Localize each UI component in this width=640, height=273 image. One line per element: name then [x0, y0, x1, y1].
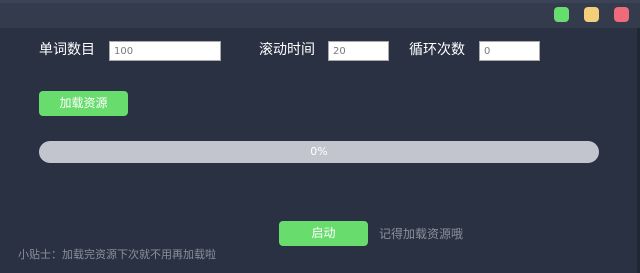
app-window: 单词数目 滚动时间 循环次数 加载资源 0% 启动 记得加载资源哦 小贴士：加载…	[0, 0, 640, 273]
scroll-time-input[interactable]	[328, 41, 389, 61]
minimize-button[interactable]	[554, 7, 569, 22]
load-resources-button[interactable]: 加载资源	[39, 91, 128, 116]
tip-text: 小贴士：加载完资源下次就不用再加载啦	[18, 248, 216, 261]
start-button[interactable]: 启动	[279, 221, 368, 246]
word-count-label: 单词数目	[39, 42, 95, 58]
scroll-time-label: 滚动时间	[259, 42, 315, 58]
word-count-input[interactable]	[109, 41, 221, 61]
title-bar-edge	[0, 0, 640, 3]
reminder-text: 记得加载资源哦	[379, 227, 464, 241]
title-bar	[0, 0, 640, 28]
progress-text: 0%	[310, 145, 328, 158]
close-button[interactable]	[614, 7, 629, 22]
maximize-button[interactable]	[584, 7, 599, 22]
loop-count-input[interactable]	[479, 41, 540, 61]
progress-bar: 0%	[39, 141, 599, 163]
loop-count-label: 循环次数	[409, 42, 465, 58]
